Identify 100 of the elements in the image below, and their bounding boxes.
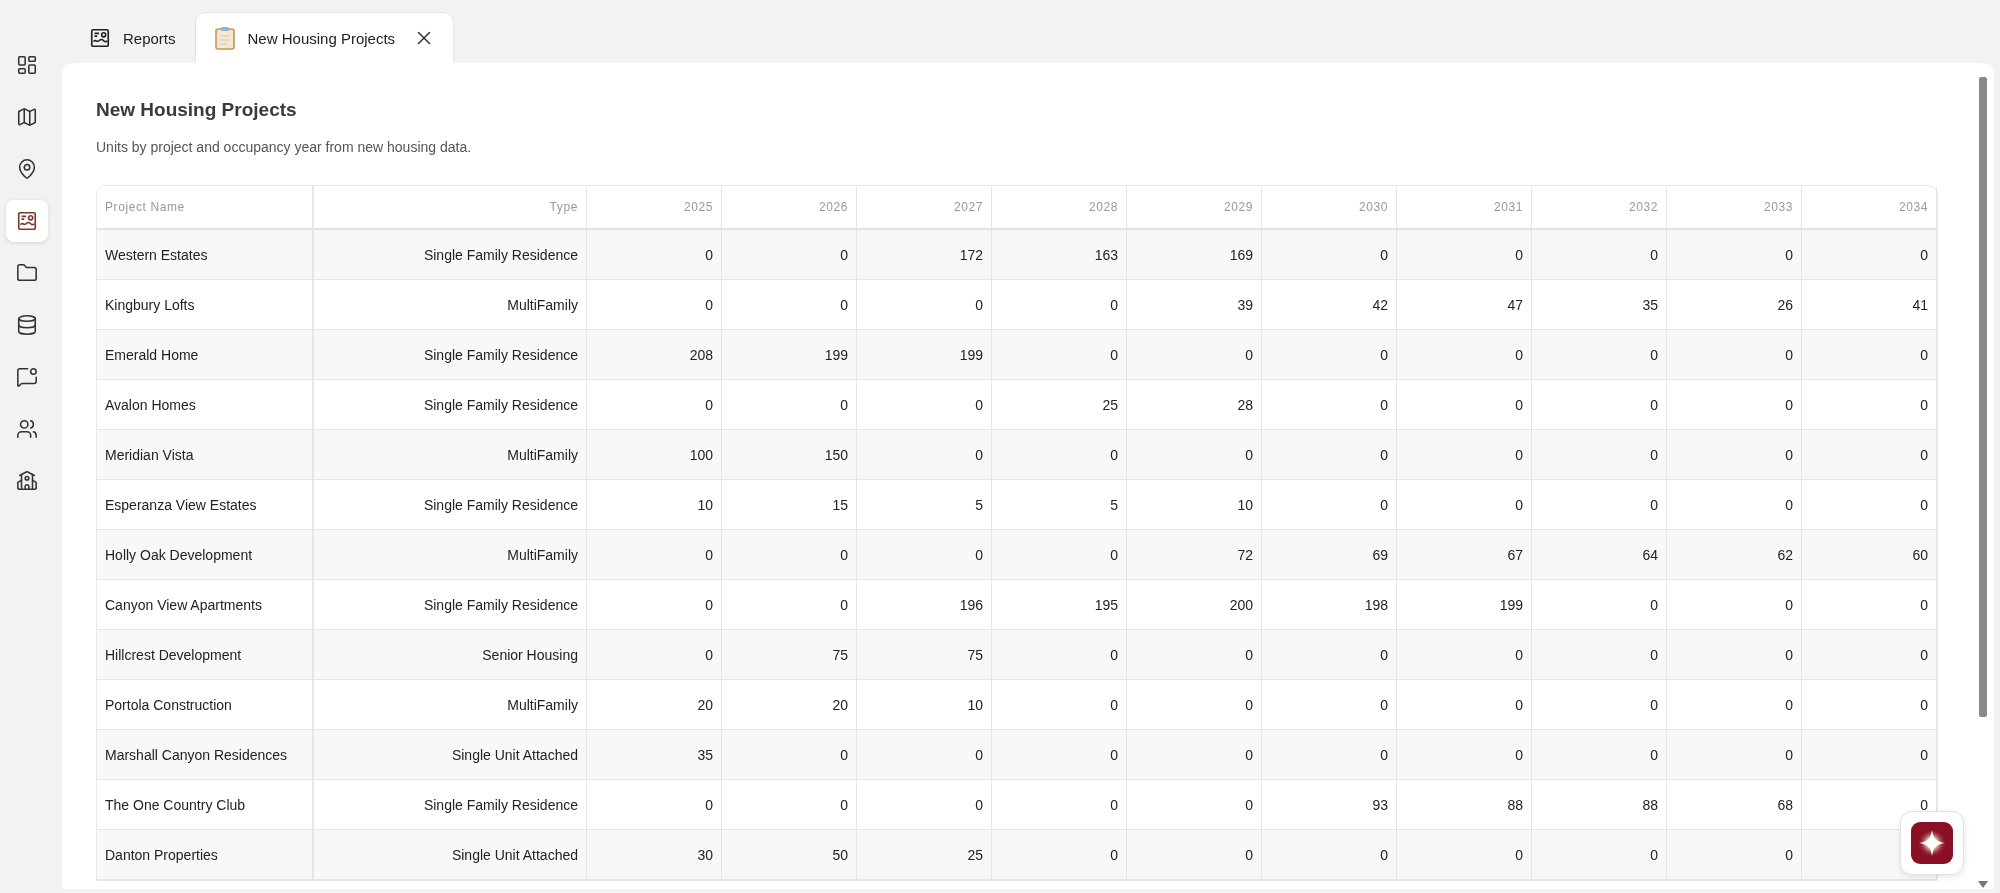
table-cell: 0 (587, 630, 722, 680)
map-pin-icon (16, 158, 38, 180)
database-icon (16, 314, 38, 336)
table-cell: 0 (722, 380, 857, 430)
table-cell: 0 (1397, 630, 1532, 680)
table-cell: 0 (1667, 630, 1802, 680)
table-cell: 75 (857, 630, 992, 680)
table-cell: 0 (1397, 730, 1532, 780)
table-cell: 0 (992, 780, 1127, 830)
table-cell: 0 (1802, 730, 1937, 780)
table-cell: 30 (587, 830, 722, 880)
table-cell: Single Unit Attached (314, 730, 587, 780)
table-cell: 0 (1667, 380, 1802, 430)
table-cell: 0 (722, 780, 857, 830)
table-cell: Hillcrest Development (97, 630, 314, 680)
table-cell: 0 (587, 230, 722, 280)
table-cell: 0 (722, 230, 857, 280)
table-cell: 0 (1262, 730, 1397, 780)
table-cell: 0 (857, 530, 992, 580)
table-cell: 88 (1532, 780, 1667, 830)
table-cell: 200 (1127, 580, 1262, 630)
table-cell: 0 (992, 280, 1127, 330)
table-cell: 150 (722, 430, 857, 480)
table-cell: 100 (587, 430, 722, 480)
table-cell: Single Unit Attached (314, 830, 587, 880)
table-cell: 0 (1397, 430, 1532, 480)
sidebar-item[interactable] (6, 200, 48, 242)
table-cell: 195 (992, 580, 1127, 630)
clipboard-icon (213, 26, 236, 50)
table-cell: 208 (587, 330, 722, 380)
table-cell: 0 (1397, 380, 1532, 430)
table-cell: Avalon Homes (97, 380, 314, 430)
table-cell: Holly Oak Development (97, 530, 314, 580)
table-cell: MultiFamily (314, 530, 587, 580)
table-cell: 0 (857, 380, 992, 430)
table-cell: 20 (722, 680, 857, 730)
table-cell: Portola Construction (97, 680, 314, 730)
tab[interactable]: Reports (70, 12, 195, 63)
tab-label: New Housing Projects (247, 29, 396, 47)
table-cell: Single Family Residence (314, 230, 587, 280)
table-cell: 0 (1532, 430, 1667, 480)
table-cell: Western Estates (97, 230, 314, 280)
table-cell: 0 (1127, 830, 1262, 880)
table-cell: 0 (1667, 430, 1802, 480)
table-cell: 199 (857, 330, 992, 380)
table-cell: 0 (857, 780, 992, 830)
dashboard-icon (16, 54, 38, 76)
table-cell: 5 (857, 480, 992, 530)
table-cell: Single Family Residence (314, 380, 587, 430)
table-cell: 39 (1127, 280, 1262, 330)
table-cell: 199 (1397, 580, 1532, 630)
table-cell: Meridian Vista (97, 430, 314, 480)
table-cell: 42 (1262, 280, 1397, 330)
table-cell: 64 (1532, 530, 1667, 580)
table-cell: 35 (587, 730, 722, 780)
table-cell: 0 (1667, 230, 1802, 280)
table-cell: 198 (1262, 580, 1397, 630)
table-cell: 0 (1667, 680, 1802, 730)
table-cell: 0 (992, 730, 1127, 780)
table-cell: 0 (1802, 380, 1937, 430)
table-cell: Single Family Residence (314, 580, 587, 630)
table-cell: 69 (1262, 530, 1397, 580)
table-cell: 0 (722, 580, 857, 630)
table-cell: 0 (587, 580, 722, 630)
table-cell: 0 (1262, 680, 1397, 730)
table-cell: 0 (1532, 330, 1667, 380)
table-cell: MultiFamily (314, 680, 587, 730)
table-cell: The One Country Club (97, 780, 314, 830)
table-cell: 0 (1262, 230, 1397, 280)
table-cell: Single Family Residence (314, 780, 587, 830)
table-cell: 0 (722, 280, 857, 330)
table-cell: 25 (992, 380, 1127, 430)
table-cell: 0 (992, 630, 1127, 680)
tab[interactable]: New Housing Projects (194, 12, 455, 63)
table-cell: 10 (857, 680, 992, 730)
table-cell: 196 (857, 580, 992, 630)
assistant-button[interactable] (1900, 811, 1964, 875)
table-cell: 169 (1127, 230, 1262, 280)
table-cell: 41 (1802, 280, 1937, 330)
table-cell: 0 (1262, 380, 1397, 430)
table-cell: 0 (1397, 480, 1532, 530)
table-cell: 0 (1532, 830, 1667, 880)
table-cell: 88 (1397, 780, 1532, 830)
table-cell: 15 (722, 480, 857, 530)
table-cell: Marshall Canyon Residences (97, 730, 314, 780)
table-cell: 10 (587, 480, 722, 530)
table-cell: 0 (1532, 630, 1667, 680)
table-cell: 0 (1802, 580, 1937, 630)
table-cell: 0 (992, 680, 1127, 730)
users-icon (16, 418, 38, 440)
scroll-down-icon[interactable] (1978, 881, 1988, 889)
table-cell: 0 (1802, 780, 1937, 830)
table-cell: 163 (992, 230, 1127, 280)
table-cell: 47 (1397, 280, 1532, 330)
table-cell: 0 (1262, 330, 1397, 380)
table-cell: 199 (722, 330, 857, 380)
table-cell: 0 (587, 380, 722, 430)
table-cell: Emerald Home (97, 330, 314, 380)
table-cell: 0 (1802, 680, 1937, 730)
table-cell: 0 (1667, 730, 1802, 780)
